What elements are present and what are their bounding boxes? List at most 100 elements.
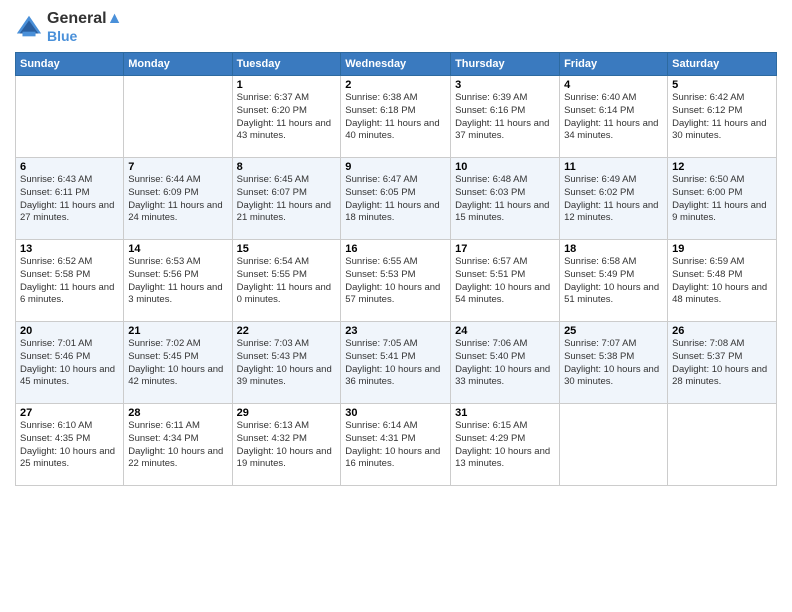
calendar-cell: 1Sunrise: 6:37 AM Sunset: 6:20 PM Daylig… (232, 76, 341, 158)
day-number: 27 (20, 407, 119, 419)
day-number: 3 (455, 79, 555, 91)
day-number: 26 (672, 325, 772, 337)
calendar-cell: 13Sunrise: 6:52 AM Sunset: 5:58 PM Dayli… (16, 240, 124, 322)
week-row-3: 13Sunrise: 6:52 AM Sunset: 5:58 PM Dayli… (16, 240, 777, 322)
weekday-header-saturday: Saturday (668, 53, 777, 76)
calendar-cell: 5Sunrise: 6:42 AM Sunset: 6:12 PM Daylig… (668, 76, 777, 158)
calendar-cell (124, 76, 232, 158)
day-info: Sunrise: 6:44 AM Sunset: 6:09 PM Dayligh… (128, 174, 227, 225)
day-info: Sunrise: 6:43 AM Sunset: 6:11 PM Dayligh… (20, 174, 119, 225)
day-info: Sunrise: 6:53 AM Sunset: 5:56 PM Dayligh… (128, 256, 227, 307)
day-number: 16 (345, 243, 446, 255)
day-number: 30 (345, 407, 446, 419)
weekday-header-sunday: Sunday (16, 53, 124, 76)
day-info: Sunrise: 6:57 AM Sunset: 5:51 PM Dayligh… (455, 256, 555, 307)
day-info: Sunrise: 7:05 AM Sunset: 5:41 PM Dayligh… (345, 338, 446, 389)
day-info: Sunrise: 6:49 AM Sunset: 6:02 PM Dayligh… (564, 174, 663, 225)
day-info: Sunrise: 6:37 AM Sunset: 6:20 PM Dayligh… (237, 92, 337, 143)
calendar-cell: 17Sunrise: 6:57 AM Sunset: 5:51 PM Dayli… (451, 240, 560, 322)
weekday-header-friday: Friday (560, 53, 668, 76)
calendar-cell: 29Sunrise: 6:13 AM Sunset: 4:32 PM Dayli… (232, 404, 341, 486)
week-row-1: 1Sunrise: 6:37 AM Sunset: 6:20 PM Daylig… (16, 76, 777, 158)
day-number: 20 (20, 325, 119, 337)
calendar-cell: 10Sunrise: 6:48 AM Sunset: 6:03 PM Dayli… (451, 158, 560, 240)
calendar-cell: 18Sunrise: 6:58 AM Sunset: 5:49 PM Dayli… (560, 240, 668, 322)
calendar-cell: 21Sunrise: 7:02 AM Sunset: 5:45 PM Dayli… (124, 322, 232, 404)
day-info: Sunrise: 7:07 AM Sunset: 5:38 PM Dayligh… (564, 338, 663, 389)
day-info: Sunrise: 7:08 AM Sunset: 5:37 PM Dayligh… (672, 338, 772, 389)
day-number: 15 (237, 243, 337, 255)
day-number: 8 (237, 161, 337, 173)
day-info: Sunrise: 6:40 AM Sunset: 6:14 PM Dayligh… (564, 92, 663, 143)
day-info: Sunrise: 6:59 AM Sunset: 5:48 PM Dayligh… (672, 256, 772, 307)
day-number: 18 (564, 243, 663, 255)
calendar-cell: 7Sunrise: 6:44 AM Sunset: 6:09 PM Daylig… (124, 158, 232, 240)
calendar-cell: 12Sunrise: 6:50 AM Sunset: 6:00 PM Dayli… (668, 158, 777, 240)
day-number: 14 (128, 243, 227, 255)
day-info: Sunrise: 6:52 AM Sunset: 5:58 PM Dayligh… (20, 256, 119, 307)
calendar-cell: 23Sunrise: 7:05 AM Sunset: 5:41 PM Dayli… (341, 322, 451, 404)
day-number: 11 (564, 161, 663, 173)
day-info: Sunrise: 6:13 AM Sunset: 4:32 PM Dayligh… (237, 420, 337, 471)
calendar-cell: 19Sunrise: 6:59 AM Sunset: 5:48 PM Dayli… (668, 240, 777, 322)
day-number: 9 (345, 161, 446, 173)
calendar-cell (16, 76, 124, 158)
day-info: Sunrise: 6:47 AM Sunset: 6:05 PM Dayligh… (345, 174, 446, 225)
weekday-header-row: SundayMondayTuesdayWednesdayThursdayFrid… (16, 53, 777, 76)
page: General▲ Blue SundayMondayTuesdayWednesd… (0, 0, 792, 612)
day-number: 4 (564, 79, 663, 91)
week-row-2: 6Sunrise: 6:43 AM Sunset: 6:11 PM Daylig… (16, 158, 777, 240)
calendar-cell: 22Sunrise: 7:03 AM Sunset: 5:43 PM Dayli… (232, 322, 341, 404)
day-number: 28 (128, 407, 227, 419)
calendar-cell: 3Sunrise: 6:39 AM Sunset: 6:16 PM Daylig… (451, 76, 560, 158)
day-info: Sunrise: 6:55 AM Sunset: 5:53 PM Dayligh… (345, 256, 446, 307)
calendar-cell: 14Sunrise: 6:53 AM Sunset: 5:56 PM Dayli… (124, 240, 232, 322)
logo: General▲ Blue (15, 10, 122, 44)
day-info: Sunrise: 7:06 AM Sunset: 5:40 PM Dayligh… (455, 338, 555, 389)
day-number: 25 (564, 325, 663, 337)
day-number: 2 (345, 79, 446, 91)
weekday-header-wednesday: Wednesday (341, 53, 451, 76)
day-number: 23 (345, 325, 446, 337)
day-info: Sunrise: 7:01 AM Sunset: 5:46 PM Dayligh… (20, 338, 119, 389)
calendar-cell: 31Sunrise: 6:15 AM Sunset: 4:29 PM Dayli… (451, 404, 560, 486)
calendar-cell: 6Sunrise: 6:43 AM Sunset: 6:11 PM Daylig… (16, 158, 124, 240)
day-number: 5 (672, 79, 772, 91)
day-info: Sunrise: 6:45 AM Sunset: 6:07 PM Dayligh… (237, 174, 337, 225)
calendar-cell: 20Sunrise: 7:01 AM Sunset: 5:46 PM Dayli… (16, 322, 124, 404)
weekday-header-thursday: Thursday (451, 53, 560, 76)
day-number: 6 (20, 161, 119, 173)
header: General▲ Blue (15, 10, 777, 44)
day-info: Sunrise: 6:15 AM Sunset: 4:29 PM Dayligh… (455, 420, 555, 471)
day-info: Sunrise: 7:03 AM Sunset: 5:43 PM Dayligh… (237, 338, 337, 389)
calendar-cell: 28Sunrise: 6:11 AM Sunset: 4:34 PM Dayli… (124, 404, 232, 486)
day-info: Sunrise: 6:42 AM Sunset: 6:12 PM Dayligh… (672, 92, 772, 143)
calendar-cell: 15Sunrise: 6:54 AM Sunset: 5:55 PM Dayli… (232, 240, 341, 322)
logo-icon (15, 13, 43, 41)
calendar-cell: 11Sunrise: 6:49 AM Sunset: 6:02 PM Dayli… (560, 158, 668, 240)
week-row-5: 27Sunrise: 6:10 AM Sunset: 4:35 PM Dayli… (16, 404, 777, 486)
calendar-cell (668, 404, 777, 486)
day-info: Sunrise: 6:10 AM Sunset: 4:35 PM Dayligh… (20, 420, 119, 471)
day-info: Sunrise: 6:48 AM Sunset: 6:03 PM Dayligh… (455, 174, 555, 225)
weekday-header-tuesday: Tuesday (232, 53, 341, 76)
day-info: Sunrise: 7:02 AM Sunset: 5:45 PM Dayligh… (128, 338, 227, 389)
day-number: 19 (672, 243, 772, 255)
day-number: 12 (672, 161, 772, 173)
day-number: 7 (128, 161, 227, 173)
week-row-4: 20Sunrise: 7:01 AM Sunset: 5:46 PM Dayli… (16, 322, 777, 404)
day-number: 29 (237, 407, 337, 419)
day-info: Sunrise: 6:14 AM Sunset: 4:31 PM Dayligh… (345, 420, 446, 471)
day-number: 21 (128, 325, 227, 337)
calendar-cell: 2Sunrise: 6:38 AM Sunset: 6:18 PM Daylig… (341, 76, 451, 158)
day-number: 1 (237, 79, 337, 91)
calendar-cell: 25Sunrise: 7:07 AM Sunset: 5:38 PM Dayli… (560, 322, 668, 404)
day-number: 24 (455, 325, 555, 337)
day-info: Sunrise: 6:11 AM Sunset: 4:34 PM Dayligh… (128, 420, 227, 471)
calendar-table: SundayMondayTuesdayWednesdayThursdayFrid… (15, 52, 777, 486)
calendar-cell (560, 404, 668, 486)
logo-text: General▲ Blue (47, 10, 122, 44)
day-info: Sunrise: 6:50 AM Sunset: 6:00 PM Dayligh… (672, 174, 772, 225)
calendar-cell: 26Sunrise: 7:08 AM Sunset: 5:37 PM Dayli… (668, 322, 777, 404)
day-info: Sunrise: 6:39 AM Sunset: 6:16 PM Dayligh… (455, 92, 555, 143)
